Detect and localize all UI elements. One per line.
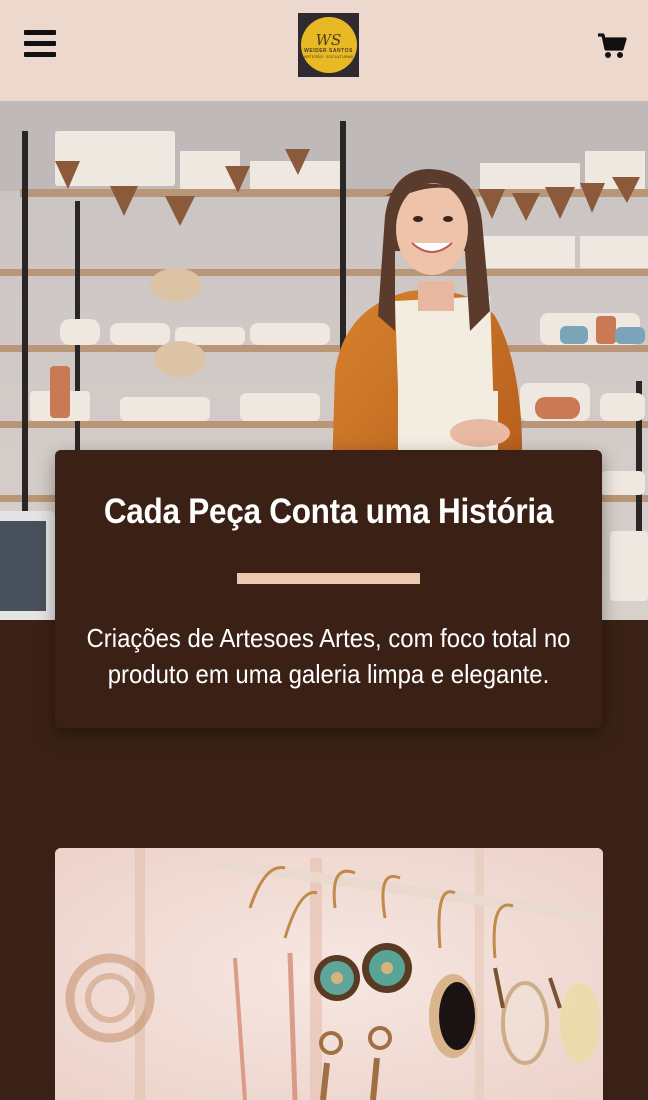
hero-subtitle: Criações de Artesoes Artes, com foco tot… <box>86 623 571 689</box>
shopping-cart-icon[interactable] <box>597 32 627 60</box>
logo-text-line2: ARTESÃO · ESCULTURAS <box>303 53 354 59</box>
hamburger-menu-icon[interactable] <box>24 30 57 60</box>
brand-logo[interactable]: WS WEIDER SANTOS ARTESÃO · ESCULTURAS <box>298 13 359 77</box>
logo-monogram: WS <box>315 30 342 49</box>
earrings-photo <box>55 848 603 1100</box>
site-header: WS WEIDER SANTOS ARTESÃO · ESCULTURAS <box>0 0 648 101</box>
logo-emblem: WS WEIDER SANTOS ARTESÃO · ESCULTURAS <box>300 17 357 73</box>
product-image-card[interactable] <box>55 848 603 1100</box>
title-divider <box>237 573 420 584</box>
hero-title: Cada Peça Conta uma História <box>103 492 554 531</box>
hero-text-card: Cada Peça Conta uma História Criações de… <box>55 450 602 728</box>
